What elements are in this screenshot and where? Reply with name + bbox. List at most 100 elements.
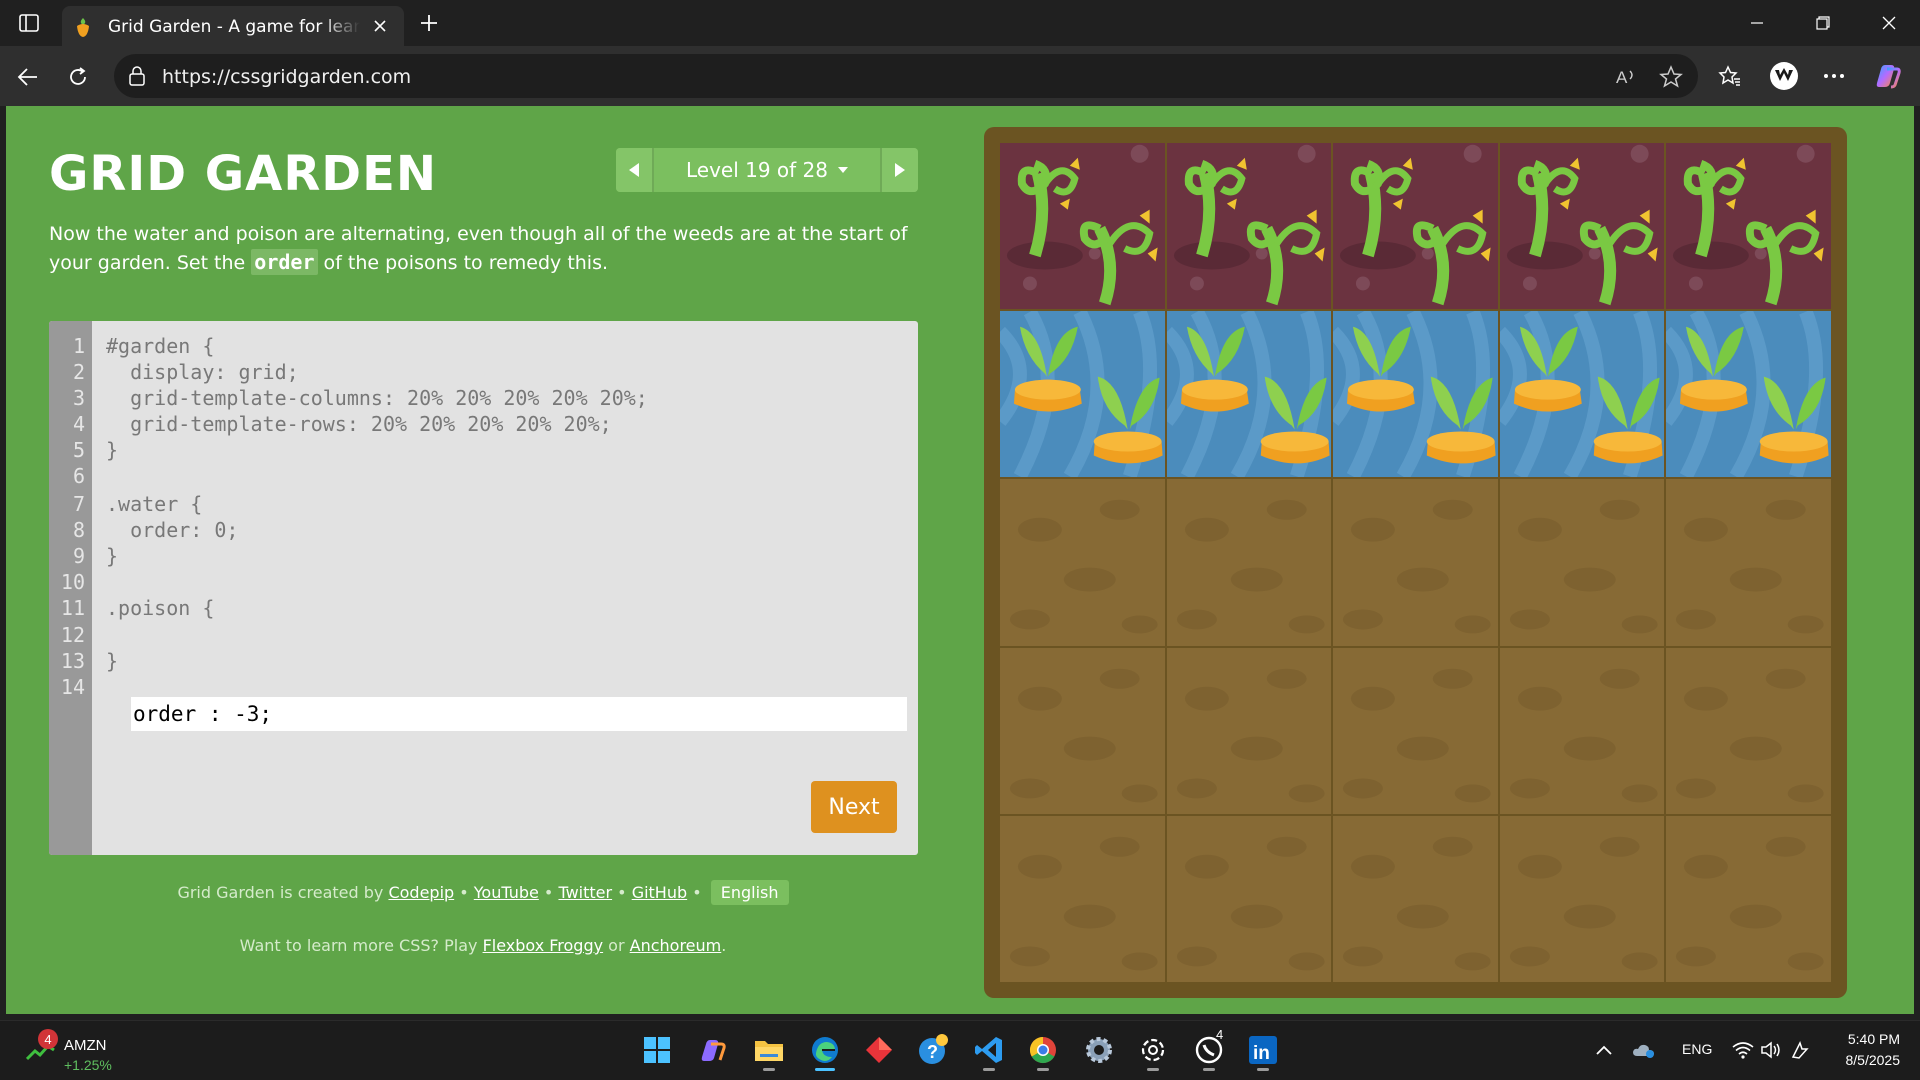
wifi-icon[interactable] [1728,1027,1758,1073]
dirt-texture [1509,500,1658,634]
stock-change: +1.25% [64,1057,112,1073]
url-field[interactable]: https://cssgridgarden.com A [114,54,1698,98]
dirt-texture [1676,836,1825,971]
running-indicator [1203,1068,1215,1071]
tab-actions-icon[interactable] [12,9,46,37]
lock-icon[interactable] [128,66,146,91]
github-link[interactable]: GitHub [632,883,687,902]
line-number: 6 [72,464,85,488]
separator: • [612,883,632,902]
flexbox-froggy-link[interactable]: Flexbox Froggy [483,936,604,955]
more-icon[interactable] [1818,60,1850,92]
poison-cell [1166,143,1332,310]
close-window-icon[interactable] [1866,8,1912,38]
carrot-icon [1333,311,1496,478]
css-answer-input[interactable] [131,697,907,731]
stock-symbol: AMZN [64,1037,107,1054]
dirt-texture [1176,668,1325,803]
codepip-link[interactable]: Codepip [388,883,454,902]
chrome-icon[interactable] [1020,1027,1066,1073]
code-line: } [106,649,119,673]
running-indicator [1147,1068,1159,1071]
dirt-cell [1000,815,1165,982]
input-language[interactable]: ENG [1682,1041,1712,1057]
copilot-app-icon[interactable] [690,1027,736,1073]
vscode-icon[interactable] [966,1027,1012,1073]
code-line: .water { [106,492,203,516]
battery-icon[interactable] [1784,1027,1814,1073]
dirt-cell [1166,479,1332,646]
dirt-cell [1666,647,1831,814]
dirt-texture [1676,668,1825,803]
dirt-texture [1009,668,1158,803]
favorite-star-icon[interactable] [1658,64,1684,90]
svg-text:?: ? [927,1042,938,1062]
windows-taskbar: 4 AMZN +1.25% ? 4 in ENG 5:40 PM 8/5/202… [0,1020,1920,1080]
order-keyword[interactable]: order [251,249,318,275]
next-button[interactable]: Next [811,781,897,833]
period-text: . [721,936,727,955]
help-icon[interactable]: ? [910,1027,956,1073]
clock-date[interactable]: 8/5/2025 [1824,1052,1901,1068]
stock-widget[interactable]: 4 AMZN +1.25% [26,1027,146,1075]
line-number-gutter: 1 2 3 4 5 6 7 8 9 10 11 12 13 14 [49,321,92,855]
caret-down-icon [838,167,849,173]
new-tab-plus-icon[interactable] [414,8,444,38]
dirt-cell [1166,815,1332,982]
code-line: order: 0; [106,518,239,542]
dirt-texture [1509,668,1658,803]
refresh-icon[interactable] [62,61,94,93]
extension-icon[interactable] [1768,60,1800,92]
dirt-cell [1000,647,1165,814]
start-icon[interactable] [634,1027,680,1073]
back-icon[interactable] [12,61,44,93]
volume-icon[interactable] [1756,1027,1786,1073]
restore-icon[interactable] [1800,8,1846,38]
carrot-icon [1000,311,1163,478]
onedrive-icon[interactable] [1626,1027,1662,1073]
poison-cell [1666,143,1831,310]
dirt-texture [1676,500,1825,634]
dirt-cell [1333,479,1498,646]
youtube-link[interactable]: YouTube [474,883,539,902]
line-number: 9 [72,544,85,568]
dirt-cell [1499,479,1665,646]
minimize-icon[interactable] [1734,8,1780,38]
language-select[interactable]: English [710,880,789,905]
level-dropdown[interactable]: Level 19 of 28 [654,148,880,192]
close-icon[interactable] [368,14,392,38]
edge-icon[interactable] [802,1027,848,1073]
anchoreum-link[interactable]: Anchoreum [630,936,722,955]
chevron-up-icon[interactable] [1586,1027,1622,1073]
settings-icon[interactable] [1076,1027,1122,1073]
clock-time[interactable]: 5:40 PM [1834,1031,1900,1047]
line-number: 1 [72,334,85,358]
dirt-cell [1333,815,1498,982]
dirt-cell [1666,479,1831,646]
file-explorer-icon[interactable] [746,1027,792,1073]
next-level-button[interactable] [880,148,918,192]
chatgpt-icon[interactable] [1130,1027,1176,1073]
read-aloud-icon[interactable]: A [1614,64,1640,90]
footer-credits: Grid Garden is created by Codepip • YouT… [6,880,960,905]
poison-cell [1000,143,1165,310]
code-line: grid-template-columns: 20% 20% 20% 20% 2… [106,386,648,410]
linkedin-icon[interactable]: in [1240,1027,1286,1073]
instructions-text-end: of the poisons to remedy this. [317,252,609,274]
whatsapp-badge: 4 [1216,1027,1224,1042]
weed-icon [1340,144,1491,306]
water-cell [1333,311,1498,478]
previous-level-button[interactable] [616,148,654,192]
copilot-icon[interactable] [1872,60,1904,92]
whatsapp-icon[interactable]: 4 [1186,1027,1232,1073]
app-red-icon[interactable] [856,1027,902,1073]
browser-tab[interactable]: Grid Garden - A game for learning CSS gr… [62,6,404,46]
url-text[interactable]: https://cssgridgarden.com [162,66,411,88]
twitter-link[interactable]: Twitter [558,883,612,902]
water-cell [1499,311,1665,478]
line-number: 14 [60,675,85,699]
running-indicator [1257,1068,1269,1071]
weed-icon [1673,144,1825,306]
line-number: 13 [60,649,85,673]
favorites-icon[interactable] [1714,60,1746,92]
